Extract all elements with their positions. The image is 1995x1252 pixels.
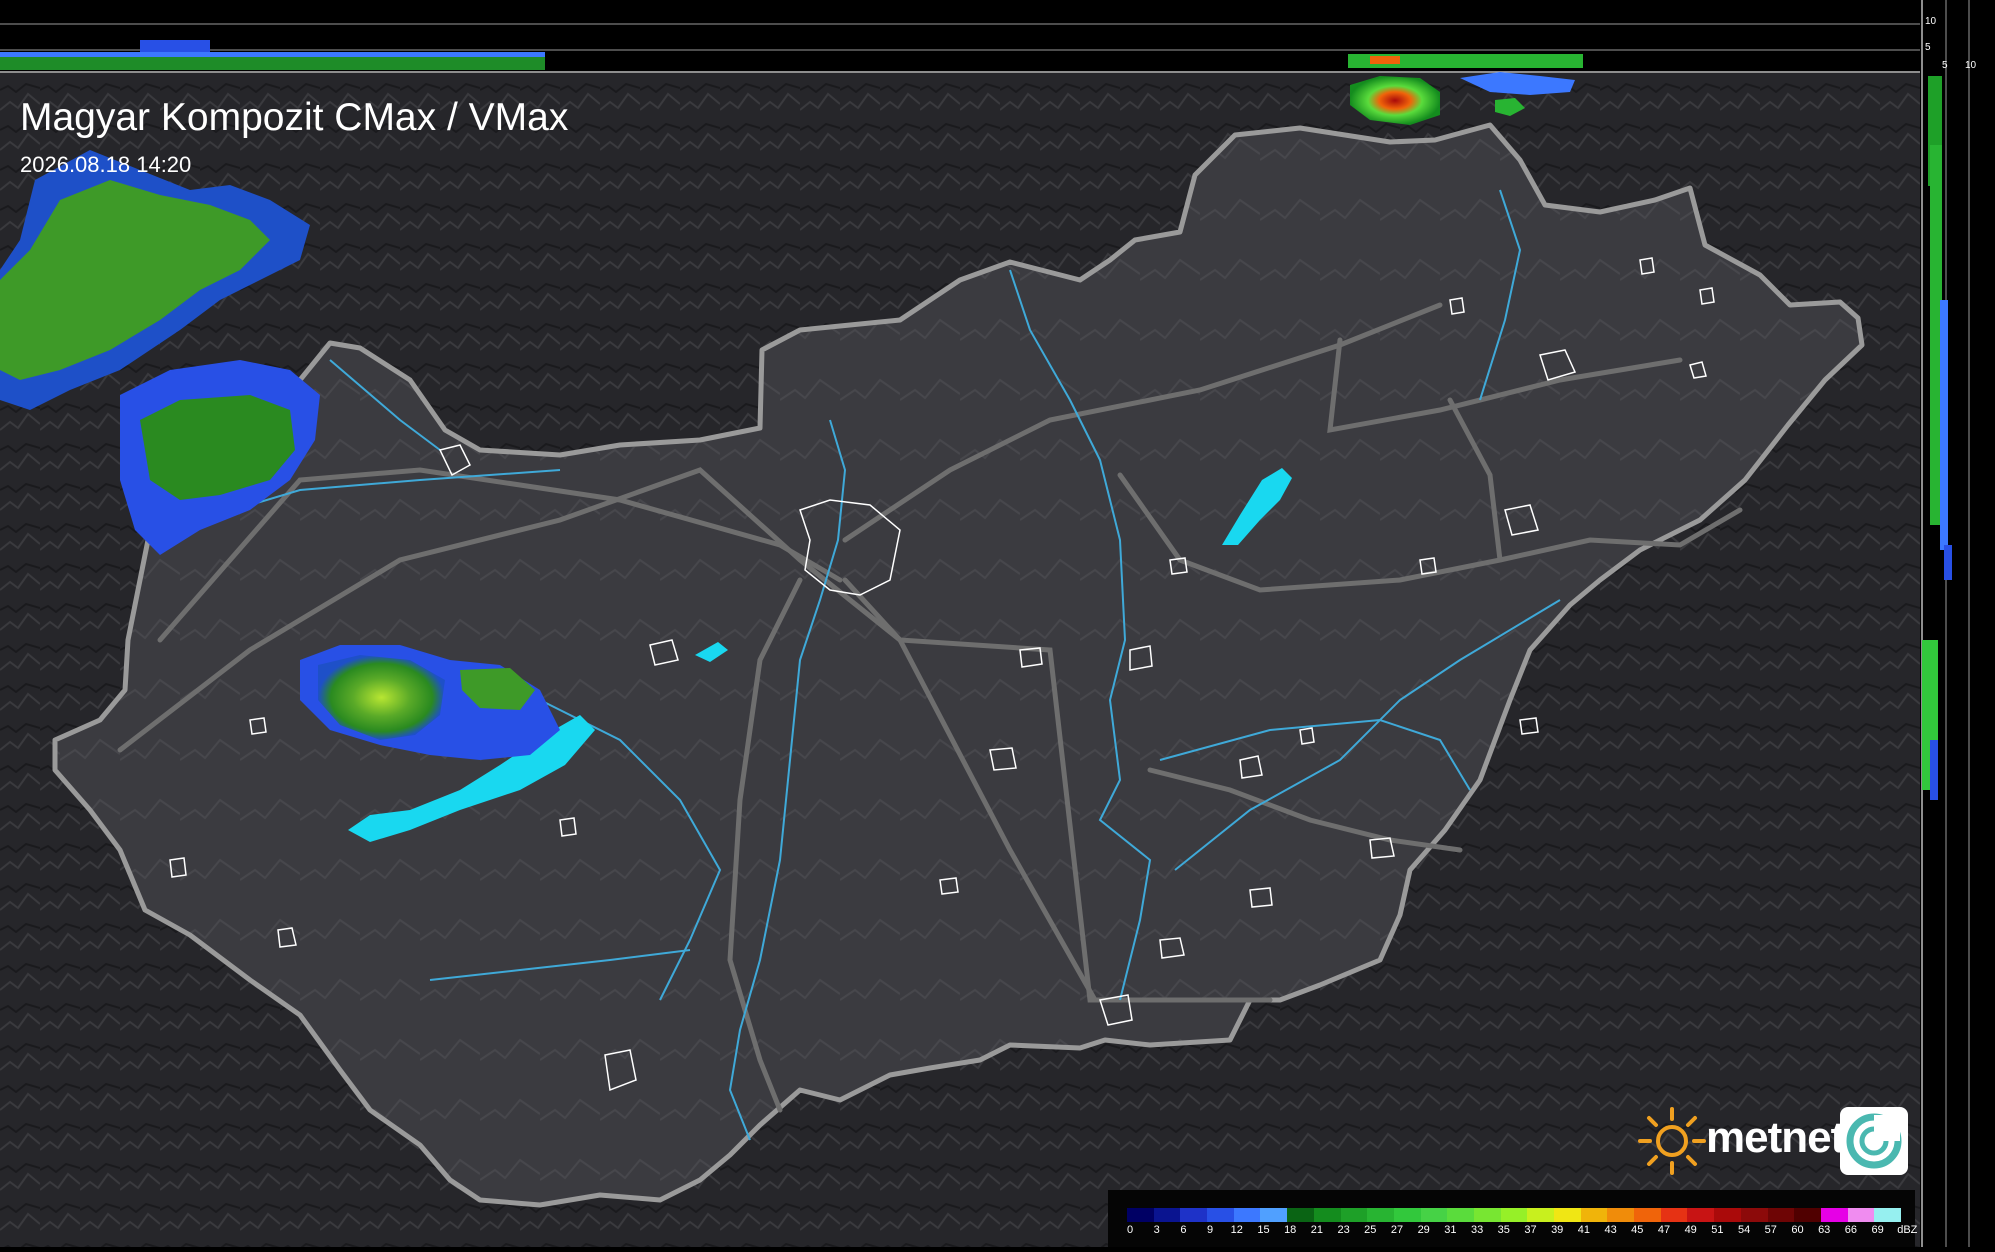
legend-tick-label: 21 [1310, 1224, 1324, 1236]
legend-swatch [1313, 1208, 1341, 1222]
legend-swatch [1820, 1208, 1848, 1222]
legend-tick-label: 9 [1207, 1224, 1214, 1236]
legend-tick-label: 41 [1577, 1224, 1591, 1236]
legend-unit: dBZ [1897, 1224, 1918, 1236]
legend-swatch [1554, 1208, 1581, 1222]
legend-tick-label: 49 [1684, 1224, 1697, 1236]
top-scale-label-10: 10 [1925, 16, 1937, 27]
legend-swatch [1473, 1208, 1501, 1222]
legend-tick-label: 0 [1126, 1224, 1134, 1236]
legend-tick-label: 23 [1337, 1224, 1350, 1236]
side-scale-label-10: 10 [1965, 60, 1977, 71]
legend-swatch [1847, 1208, 1875, 1222]
legend-swatch [1687, 1208, 1715, 1222]
legend-tick-label: 31 [1444, 1224, 1457, 1236]
side-scale-label-5: 5 [1942, 60, 1948, 71]
legend-swatch [1340, 1208, 1368, 1222]
map-title: Magyar Kompozit CMax / VMax [20, 96, 569, 139]
legend-tick-label: 37 [1524, 1224, 1537, 1236]
legend-swatch [1260, 1208, 1288, 1222]
legend-tick-label: 45 [1631, 1224, 1644, 1236]
sun-icon [1638, 1107, 1706, 1175]
legend-tick-label: 33 [1470, 1224, 1484, 1236]
legend-swatch [1287, 1208, 1314, 1222]
legend-tick-label: 35 [1497, 1224, 1510, 1236]
legend-tick-label: 18 [1284, 1224, 1297, 1236]
legend-swatch [1420, 1208, 1448, 1222]
legend-swatch [1500, 1208, 1528, 1222]
legend-tick-label: 29 [1417, 1224, 1430, 1236]
legend-tick-label: 63 [1818, 1224, 1831, 1236]
legend-tick-label: 60 [1791, 1224, 1804, 1236]
legend-swatch [1180, 1208, 1208, 1222]
legend-swatch [1447, 1208, 1474, 1222]
legend-swatch [1367, 1208, 1394, 1222]
legend-tick-label: 47 [1657, 1224, 1671, 1236]
swirl-icon [1846, 1113, 1902, 1169]
legend-swatch [1874, 1208, 1901, 1222]
legend-tick-label: 69 [1871, 1224, 1884, 1236]
legend-tick-label: 25 [1364, 1224, 1377, 1236]
side-echo-blue-spot [1944, 545, 1952, 580]
legend-tick-label: 43 [1604, 1224, 1617, 1236]
map-canvas [0, 0, 1995, 1247]
legend-swatch [1233, 1208, 1261, 1222]
legend-tick-label: 39 [1551, 1224, 1564, 1236]
logo-mark [1840, 1107, 1908, 1175]
legend-swatch [1580, 1208, 1608, 1222]
profile-echo-west [0, 56, 545, 70]
legend-swatch [1207, 1208, 1234, 1222]
profile-echo-west-band [0, 52, 545, 57]
legend-tick-label: 54 [1737, 1224, 1751, 1236]
map-timestamp: 2026.08.18 14:20 [20, 152, 192, 177]
legend-swatch [1393, 1208, 1421, 1222]
legend-swatch [1527, 1208, 1554, 1222]
legend-swatch [1794, 1208, 1821, 1222]
legend-tick-label: 66 [1844, 1224, 1858, 1236]
legend-tick-label: 27 [1390, 1224, 1404, 1236]
legend-tick-label: 3 [1153, 1224, 1160, 1236]
legend-bar [1127, 1208, 1901, 1222]
legend-swatch [1660, 1208, 1688, 1222]
legend-tick-label: 51 [1711, 1224, 1724, 1236]
top-scale-label-5: 5 [1925, 42, 1931, 53]
logo-text: metnet [1706, 1113, 1845, 1162]
legend-swatch [1607, 1208, 1635, 1222]
legend-swatch [1740, 1208, 1768, 1222]
legend-swatch [1127, 1208, 1154, 1222]
side-echo-south-blue [1930, 740, 1938, 800]
metnet-logo: metnet [1636, 1105, 1908, 1177]
legend-tick-label: 6 [1180, 1224, 1187, 1236]
side-echo-mid-blue [1940, 300, 1948, 550]
legend-tick-label: 12 [1230, 1224, 1243, 1236]
reflectivity-legend: 0 3 6 9 12 15 18 21 23 25 27 29 31 33 35 37 39 41 43 45 47 49… [1108, 1190, 1918, 1247]
legend-tick-label: 57 [1764, 1224, 1777, 1236]
legend-swatch [1153, 1208, 1181, 1222]
legend-swatch [1634, 1208, 1661, 1222]
legend-tick-label: 15 [1257, 1224, 1270, 1236]
legend-swatch [1767, 1208, 1795, 1222]
profile-echo-east-core [1370, 56, 1400, 64]
legend-swatch [1714, 1208, 1741, 1222]
radar-map: Magyar Kompozit CMax / VMax 2026.08.18 1… [0, 0, 1995, 1247]
